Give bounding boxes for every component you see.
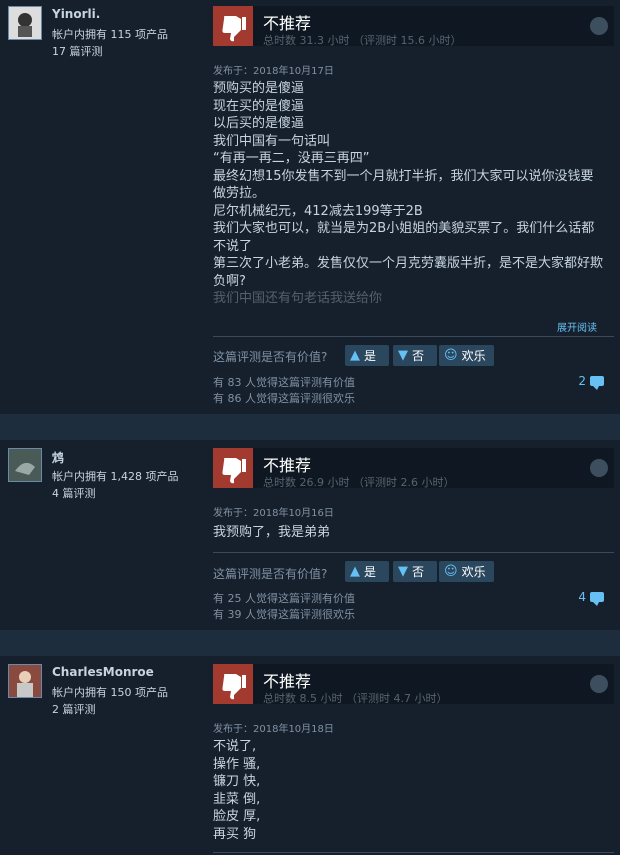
verdict-label: 不推荐 xyxy=(263,672,312,691)
avatar[interactable] xyxy=(8,6,42,40)
helpful-question: 这篇评测是否有价值? xyxy=(213,350,328,364)
verdict-label: 不推荐 xyxy=(263,456,312,475)
thumbs-down-icon xyxy=(213,664,253,704)
review-separator xyxy=(0,414,620,440)
owned-products[interactable]: 帐户内拥有 115 项产品 xyxy=(52,26,168,42)
thumbs-up-icon: ▲ xyxy=(350,348,360,363)
avatar-image xyxy=(9,449,41,481)
username[interactable]: Yinorli. xyxy=(52,7,100,21)
review-line: 韭菜 倒, xyxy=(213,791,261,807)
thumbs-down-icon xyxy=(213,6,253,46)
smiley-icon: ☺ xyxy=(444,564,458,579)
post-date: 发布于：2018年10月16日 xyxy=(213,508,334,519)
comments-button[interactable]: 4 xyxy=(578,590,604,606)
post-date: 发布于：2018年10月18日 xyxy=(213,724,334,735)
verdict-label: 不推荐 xyxy=(263,14,312,33)
review-card: 鸩 帐户内拥有 1,428 项产品 4 篇评测 不推荐 总时数 26.9 小时 … xyxy=(0,440,620,630)
review-separator xyxy=(0,630,620,656)
thumbs-down-icon: ▼ xyxy=(398,348,408,363)
owned-products[interactable]: 帐户内拥有 150 项产品 xyxy=(52,684,168,700)
review-line: 最终幻想15你发售不到一个月就打半折，我们大家可以说你没钱要做劳拉。 xyxy=(213,168,594,202)
review-line: 操作 骚, xyxy=(213,756,261,772)
review-count[interactable]: 17 篇评测 xyxy=(52,43,103,59)
divider xyxy=(213,852,614,853)
comment-count: 4 xyxy=(578,590,586,604)
owned-products[interactable]: 帐户内拥有 1,428 项产品 xyxy=(52,468,178,484)
avatar-image xyxy=(9,7,41,39)
review-text: 预购买的是傻逼 现在买的是傻逼 以后买的是傻逼 我们中国有一句话叫 “有再一再二… xyxy=(213,80,603,308)
review-line: 我预购了，我是弟弟 xyxy=(213,525,331,540)
vote-header[interactable]: 不推荐 总时数 26.9 小时 （评测时 2.6 小时） xyxy=(213,448,614,489)
review-line: 尼尔机械纪元，412减去199等于2B xyxy=(213,203,423,219)
divider xyxy=(213,336,614,337)
review-line: 我们中国有一句话叫 xyxy=(213,133,331,149)
vote-yes-button[interactable]: ▲ 是 xyxy=(345,561,389,582)
thumbs-down-icon xyxy=(213,448,253,488)
vote-no-label: 否 xyxy=(412,349,425,363)
comments-button[interactable]: 2 xyxy=(578,374,604,390)
vote-header[interactable]: 不推荐 总时数 8.5 小时 （评测时 4.7 小时） xyxy=(213,664,614,705)
review-text: 我预购了，我是弟弟 xyxy=(213,524,603,542)
username[interactable]: 鸩 xyxy=(52,449,64,466)
review-count[interactable]: 4 篇评测 xyxy=(52,485,96,501)
comment-icon xyxy=(590,376,604,390)
avatar[interactable] xyxy=(8,448,42,482)
comment-icon xyxy=(590,592,604,606)
comment-count: 2 xyxy=(578,374,586,388)
avatar[interactable] xyxy=(8,664,42,698)
read-more-link[interactable]: 展开阅读 xyxy=(557,319,597,334)
review-line: 脸皮 厚, xyxy=(213,809,261,824)
playtime: 总时数 8.5 小时 （评测时 4.7 小时） xyxy=(263,692,448,705)
vote-yes-label: 是 xyxy=(364,349,377,363)
review-count[interactable]: 2 篇评测 xyxy=(52,701,96,717)
review-card: CharlesMonroe 帐户内拥有 150 项产品 2 篇评测 不推荐 总时… xyxy=(0,656,620,855)
helpful-question: 这篇评测是否有价值? xyxy=(213,567,328,581)
review-text: 不说了, 操作 骚, 镰刀 快, 韭菜 倒, 脸皮 厚, 再买 狗 xyxy=(213,738,603,843)
avatar-image xyxy=(9,665,41,697)
review-line: 镰刀 快, xyxy=(213,774,261,789)
thumbs-down-icon: ▼ xyxy=(398,564,408,579)
helpful-count: 有 83 人觉得这篇评测有价值 xyxy=(213,376,355,389)
vote-yes-label: 是 xyxy=(364,565,377,579)
helpful-count: 有 25 人觉得这篇评测有价值 xyxy=(213,592,355,605)
vote-funny-label: 欢乐 xyxy=(461,349,486,363)
steam-icon xyxy=(590,17,608,35)
vote-header[interactable]: 不推荐 总时数 31.3 小时 （评测时 15.6 小时） xyxy=(213,6,614,47)
vote-no-button[interactable]: ▼ 否 xyxy=(393,561,437,582)
review-line-faded: 我们中国还有句老话我送给你 xyxy=(213,291,383,306)
username[interactable]: CharlesMonroe xyxy=(52,665,154,679)
funny-count: 有 86 人觉得这篇评测很欢乐 xyxy=(213,392,355,405)
funny-count: 有 39 人觉得这篇评测很欢乐 xyxy=(213,608,355,621)
review-line: “有再一再二，没再三再四” xyxy=(213,151,370,166)
vote-no-label: 否 xyxy=(412,565,425,579)
review-line: 不说了, xyxy=(213,739,257,754)
thumbs-up-icon: ▲ xyxy=(350,564,360,579)
smiley-icon: ☺ xyxy=(444,348,458,363)
post-date: 发布于：2018年10月17日 xyxy=(213,66,334,77)
vote-no-button[interactable]: ▼ 否 xyxy=(393,345,437,366)
vote-funny-label: 欢乐 xyxy=(461,565,486,579)
review-card: Yinorli. 帐户内拥有 115 项产品 17 篇评测 不推荐 总时数 31… xyxy=(0,0,620,414)
playtime: 总时数 26.9 小时 （评测时 2.6 小时） xyxy=(263,476,455,489)
review-line: 第三次了小老弟。发售仅仅一个月克劳囊版半折，是不是大家都好欺负啊? xyxy=(213,256,604,289)
steam-icon xyxy=(590,459,608,477)
review-line: 预购买的是傻逼 xyxy=(213,81,305,96)
review-line: 再买 狗 xyxy=(213,826,257,842)
steam-icon xyxy=(590,675,608,693)
vote-funny-button[interactable]: ☺ 欢乐 xyxy=(439,561,494,582)
review-line: 现在买的是傻逼 xyxy=(213,98,305,114)
divider xyxy=(213,552,614,553)
review-line: 以后买的是傻逼 xyxy=(213,116,305,131)
review-line: 我们大家也可以，就当是为2B小姐姐的美貌买票了。我们什么话都不说了 xyxy=(213,221,595,254)
vote-yes-button[interactable]: ▲ 是 xyxy=(345,345,389,366)
playtime: 总时数 31.3 小时 （评测时 15.6 小时） xyxy=(263,34,462,47)
vote-funny-button[interactable]: ☺ 欢乐 xyxy=(439,345,494,366)
